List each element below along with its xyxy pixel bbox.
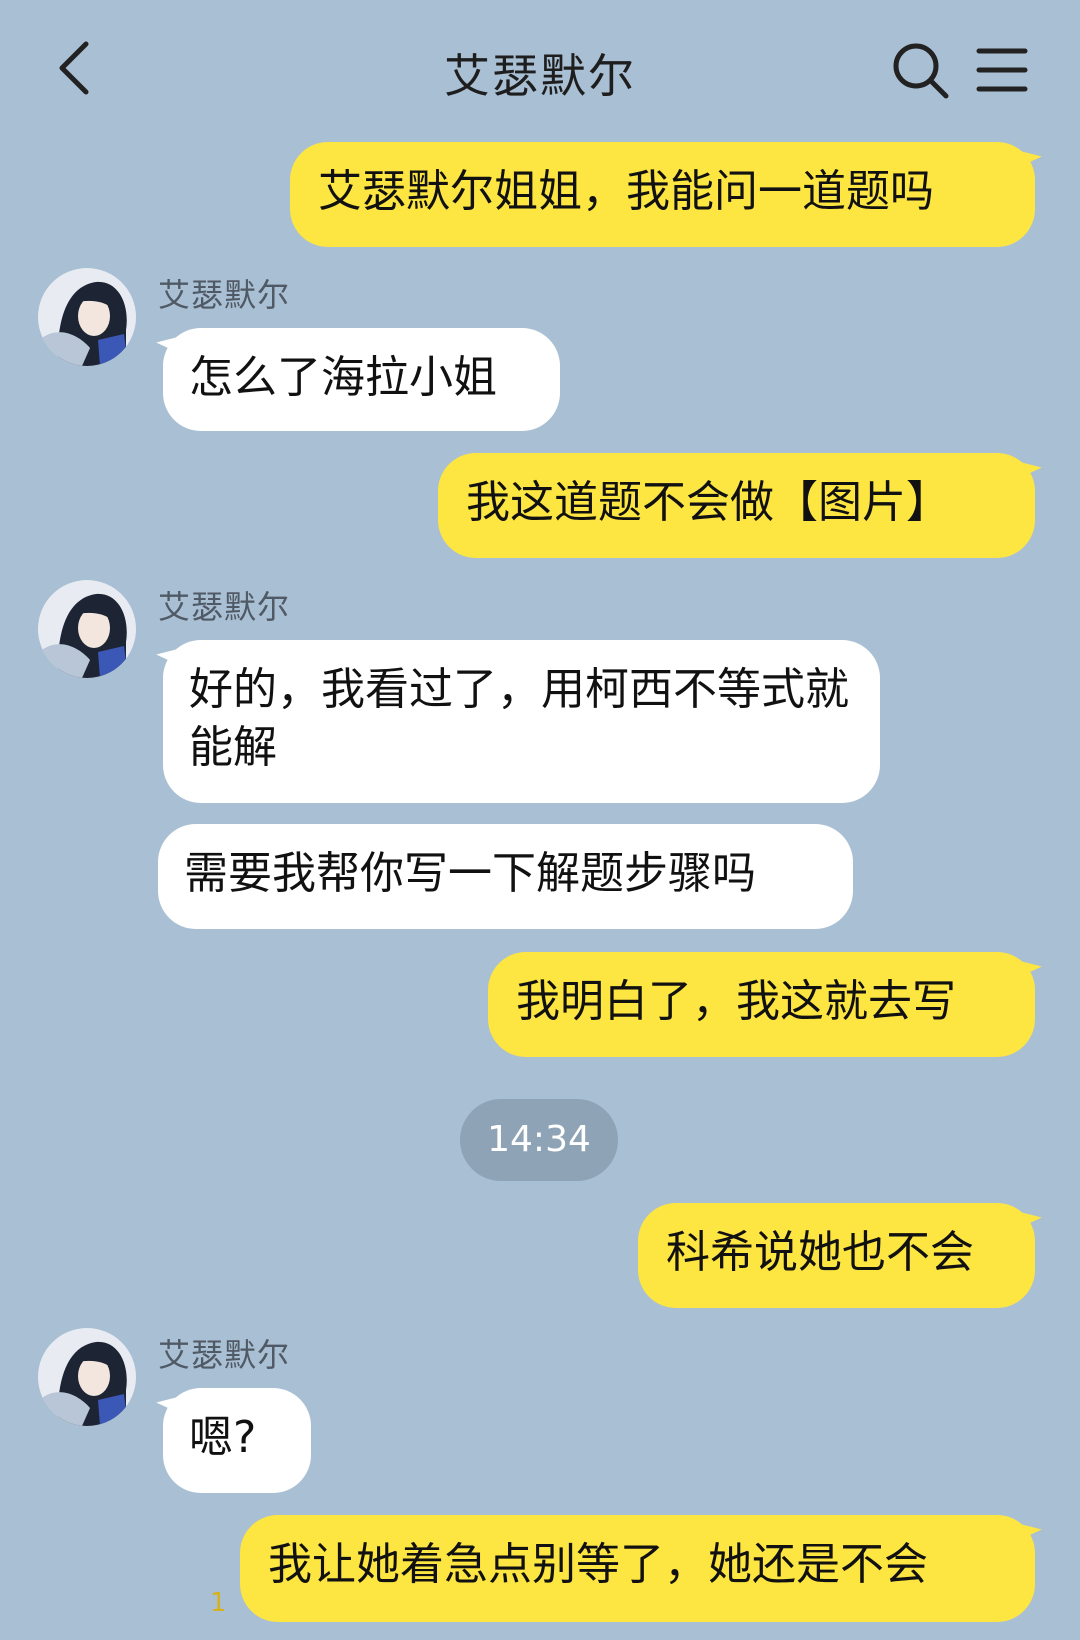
message-text: 我明白了，我这就去写 — [516, 976, 956, 1027]
incoming-message[interactable]: 好的，我看过了，用柯西不等式就能解 — [163, 640, 880, 803]
message-text: 我让她着急点别等了，她还是不会 — [268, 1539, 928, 1590]
outgoing-message[interactable]: 科希说她也不会 — [638, 1203, 1035, 1308]
message-text: 我这道题不会做【图片】 — [466, 477, 950, 528]
contact-avatar[interactable] — [38, 1328, 136, 1426]
outgoing-message[interactable]: 我这道题不会做【图片】 — [438, 453, 1035, 558]
incoming-message[interactable]: 怎么了海拉小姐 — [163, 328, 560, 431]
sender-name: 艾瑟默尔 — [158, 588, 291, 626]
incoming-message[interactable]: 需要我帮你写一下解题步骤吗 — [158, 824, 853, 929]
message-text: 嗯? — [189, 1412, 257, 1463]
top-bar: 艾瑟默尔 — [0, 0, 1080, 140]
outgoing-message[interactable]: 我明白了，我这就去写 — [488, 952, 1035, 1057]
contact-avatar[interactable] — [38, 268, 136, 366]
search-icon[interactable] — [890, 40, 952, 102]
menu-icon[interactable] — [975, 45, 1029, 95]
outgoing-message[interactable]: 艾瑟默尔姐姐，我能问一道题吗 — [290, 142, 1035, 247]
sender-name: 艾瑟默尔 — [158, 1336, 291, 1374]
contact-avatar[interactable] — [38, 580, 136, 678]
unread-count: 1 — [210, 1588, 227, 1618]
message-text: 怎么了海拉小姐 — [189, 352, 497, 403]
message-text: 好的，我看过了，用柯西不等式就能解 — [189, 664, 849, 773]
outgoing-message[interactable]: 我让她着急点别等了，她还是不会 — [240, 1515, 1035, 1622]
message-text: 科希说她也不会 — [666, 1227, 974, 1278]
sender-name: 艾瑟默尔 — [158, 276, 291, 314]
message-text: 艾瑟默尔姐姐，我能问一道题吗 — [318, 166, 934, 217]
incoming-message[interactable]: 嗯? — [163, 1388, 311, 1493]
timestamp-divider: 14:34 — [460, 1099, 618, 1181]
message-text: 需要我帮你写一下解题步骤吗 — [184, 848, 756, 899]
